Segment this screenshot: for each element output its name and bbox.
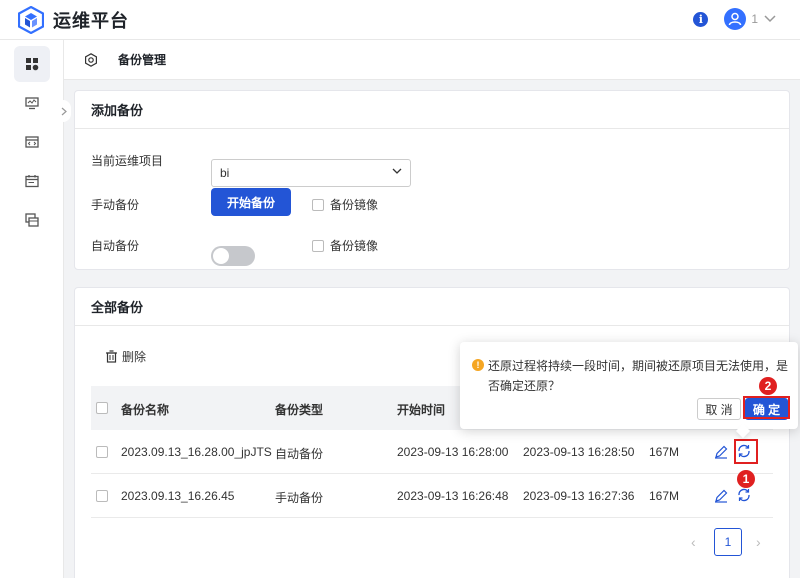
chevron-down-icon[interactable]: [764, 15, 776, 23]
breadcrumb: 备份管理: [64, 40, 800, 80]
warning-icon: !: [472, 359, 484, 371]
user-name[interactable]: 1: [751, 12, 758, 26]
windows-icon: [25, 213, 39, 227]
backup-start-time: 2023-09-13 16:28:00: [397, 445, 509, 459]
calendar-icon: [25, 175, 39, 188]
pagination-current-page[interactable]: 1: [714, 528, 742, 556]
edit-icon[interactable]: [714, 445, 728, 459]
trash-icon: [106, 350, 117, 363]
project-label: 当前运维项目: [91, 154, 164, 168]
toggle-knob: [213, 248, 229, 264]
backup-end-time: 2023-09-13 16:28:50: [523, 445, 635, 459]
app-logo-icon: [17, 5, 45, 34]
start-backup-button[interactable]: 开始备份: [211, 188, 291, 216]
sidebar-item-code[interactable]: [14, 124, 50, 160]
table-row: 2023.09.13_16.26.45 手动备份 2023-09-13 16:2…: [91, 474, 773, 518]
manual-backup-label: 手动备份: [91, 198, 140, 212]
auto-mirror-checkbox[interactable]: 备份镜像: [312, 237, 378, 254]
auto-mirror-label: 备份镜像: [330, 239, 379, 253]
backup-type: 手动备份: [275, 491, 324, 505]
app-title: 运维平台: [53, 10, 129, 31]
user-avatar-icon[interactable]: [724, 8, 747, 30]
select-all-checkbox[interactable]: [96, 402, 108, 414]
table-row: 2023.09.13_16.28.00_jpJTS 自动备份 2023-09-1…: [91, 430, 773, 474]
backup-start-time: 2023-09-13 16:26:48: [397, 489, 509, 503]
code-window-icon: [25, 136, 39, 148]
row-checkbox[interactable]: [96, 490, 108, 502]
sidebar-item-windows[interactable]: [14, 202, 50, 238]
backup-end-time: 2023-09-13 16:27:36: [523, 489, 635, 503]
add-backup-title: 添加备份: [75, 91, 789, 129]
auto-backup-toggle[interactable]: [211, 246, 255, 266]
highlight-box-restore: [734, 439, 758, 464]
sidebar-item-monitor[interactable]: [14, 85, 50, 121]
chevron-down-icon: [392, 168, 402, 174]
row-checkbox[interactable]: [96, 446, 108, 458]
restore-icon[interactable]: [736, 487, 752, 503]
step-badge-2: 2: [759, 377, 777, 395]
sidebar-item-calendar[interactable]: [14, 163, 50, 199]
column-header-start: 开始时间: [397, 403, 446, 417]
sidebar-item-dashboard[interactable]: [14, 46, 50, 82]
info-icon[interactable]: i: [693, 11, 709, 27]
column-header-type: 备份类型: [275, 403, 324, 417]
backup-size: 167M: [649, 445, 680, 459]
add-backup-card: 添加备份 当前运维项目 bi 手动备份 开始备份 备份镜像 自动备份 备份镜像: [74, 90, 790, 270]
all-backups-card: 全部备份 删除 备份名称 备份类型 开始时间 2023.09.13_16.28.…: [74, 287, 790, 578]
highlight-box-confirm: [743, 396, 790, 419]
manual-mirror-label: 备份镜像: [330, 198, 379, 212]
column-header-name: 备份名称: [121, 403, 170, 417]
pagination-next[interactable]: ›: [756, 534, 761, 550]
project-select-value: bi: [220, 166, 230, 180]
edit-icon[interactable]: [714, 489, 728, 503]
sidebar: [0, 40, 71, 578]
chevron-right-icon: [61, 107, 67, 115]
checkbox[interactable]: [312, 239, 324, 252]
backup-name: 2023.09.13_16.28.00_jpJTS: [121, 445, 272, 459]
gear-icon: [85, 52, 97, 67]
all-backups-title: 全部备份: [75, 288, 789, 326]
page-title: 备份管理: [118, 53, 167, 67]
delete-button[interactable]: 删除: [105, 348, 146, 365]
manual-mirror-checkbox[interactable]: 备份镜像: [312, 196, 378, 213]
delete-label: 删除: [122, 350, 147, 364]
backup-type: 自动备份: [275, 447, 324, 461]
project-select[interactable]: bi: [211, 159, 411, 187]
checkbox[interactable]: [312, 198, 324, 211]
step-badge-1: 1: [737, 470, 755, 488]
pagination-prev[interactable]: ‹: [691, 534, 696, 550]
cancel-button[interactable]: 取 消: [697, 398, 741, 420]
popover-message: 还原过程将持续一段时间，期间被还原项目无法使用，是否确定还原？: [488, 359, 789, 393]
backup-size: 167M: [649, 489, 680, 503]
backup-name: 2023.09.13_16.26.45: [121, 489, 235, 503]
sidebar-collapse-button[interactable]: [57, 100, 71, 122]
auto-backup-label: 自动备份: [91, 239, 140, 253]
monitor-icon: [25, 97, 39, 110]
dashboard-icon: [26, 58, 39, 71]
top-bar: 运维平台 i 1: [0, 0, 800, 40]
